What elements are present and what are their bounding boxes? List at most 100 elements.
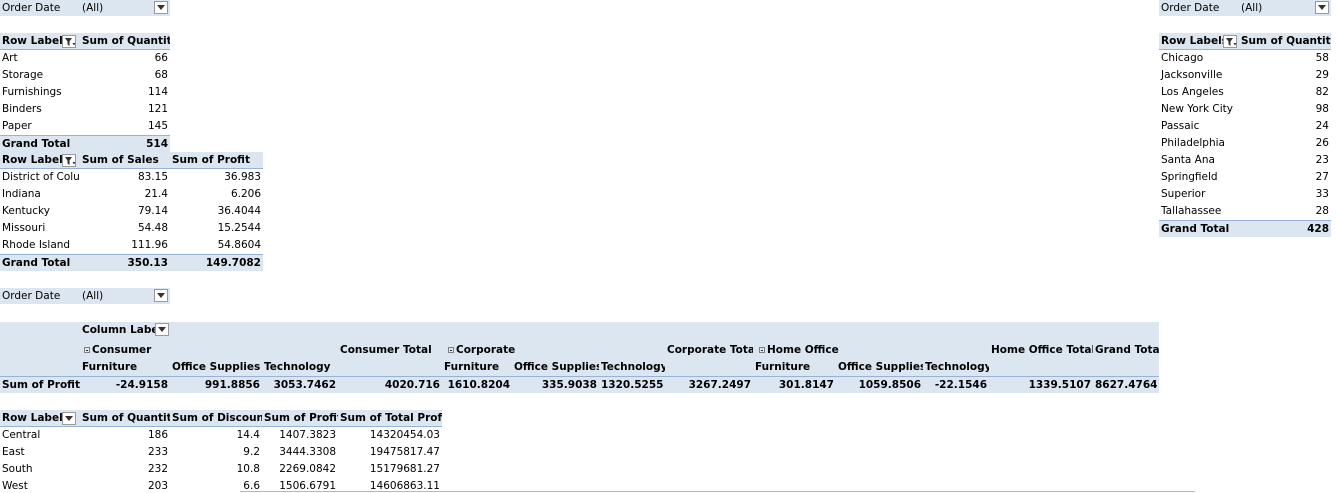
row-labels-dropdown-button[interactable] [62, 412, 76, 425]
row-value: 24 [1315, 120, 1329, 132]
selection-border [240, 491, 1195, 492]
row-profit: 2269.0842 [279, 463, 336, 475]
profit-subtotal: 3267.2497 [665, 376, 753, 393]
collapse-minus-icon[interactable] [759, 347, 765, 353]
row-label: District of Colu [2, 171, 80, 183]
profit-subtotal: 1339.5107 [989, 376, 1093, 393]
filter-value: (All) [82, 2, 104, 14]
row-label-sum-profit: Sum of Profit [0, 376, 80, 393]
segment-header-consumer[interactable]: Consumer [82, 342, 172, 359]
filter-icon [65, 157, 76, 165]
profit-value: 1320.5255 [599, 376, 665, 393]
row-label: West [2, 480, 28, 492]
row-value: 26 [1315, 137, 1329, 149]
profit-value: 1059.8506 [836, 376, 923, 393]
row-label: Kentucky [2, 205, 50, 217]
filter-value: (All) [82, 290, 104, 302]
chevron-down-icon [157, 5, 165, 10]
profit-value: 1610.8204 [442, 376, 512, 393]
row-sales: 83.15 [137, 171, 168, 183]
row-label: Storage [2, 69, 44, 81]
collapse-minus-icon[interactable] [84, 347, 90, 353]
filter-dropdown-button[interactable] [154, 289, 168, 302]
row-discount: 10.8 [236, 463, 260, 475]
row-label: Indiana [2, 188, 41, 200]
row-labels-filter-button[interactable] [62, 35, 76, 48]
row-value: 58 [1315, 52, 1329, 64]
row-profit: 36.4044 [217, 205, 261, 217]
row-discount: 9.2 [243, 446, 260, 458]
row-value: 82 [1315, 86, 1329, 98]
segment-header-home-office[interactable]: Home Office [757, 342, 847, 359]
segment-label: Home Office [767, 344, 839, 356]
filter-label: Order Date [2, 290, 61, 302]
row-profit: 54.8604 [217, 239, 261, 251]
profit-value: -22.1546 [923, 376, 989, 393]
row-sales: 79.14 [137, 205, 168, 217]
row-value: 98 [1315, 103, 1329, 115]
row-value: 114 [147, 86, 168, 98]
row-sales: 54.48 [137, 222, 168, 234]
row-value: 27 [1315, 171, 1329, 183]
profit-grand-total: 8627.4764 [1093, 376, 1159, 393]
col-header-sum-quantity: Sum of Quantity [1239, 33, 1331, 50]
col-header-sum-total-profit: Sum of Total Profit [338, 410, 442, 427]
row-labels-filter-button[interactable] [62, 154, 76, 167]
filter-dropdown-button[interactable] [154, 1, 168, 14]
category-header: Furniture [755, 361, 811, 373]
row-value: 68 [154, 69, 168, 81]
profit-value: 3053.7462 [262, 376, 338, 393]
profit-value: -24.9158 [80, 376, 170, 393]
category-header: Office Supplies [514, 361, 599, 373]
chevron-down-icon [157, 293, 165, 298]
filter-label: Order Date [1161, 2, 1220, 14]
row-labels-filter-button[interactable] [1223, 35, 1237, 48]
profit-subtotal: 4020.716 [338, 376, 442, 393]
category-header: Technology [925, 361, 989, 373]
row-profit: 1407.3823 [279, 429, 336, 441]
row-label: Los Angeles [1161, 86, 1224, 98]
row-label: Chicago [1161, 52, 1204, 64]
col-header-sum-quantity: Sum of Quantity [80, 410, 170, 427]
row-label: Binders [2, 103, 42, 115]
segment-label: Consumer [92, 344, 152, 356]
row-quantity: 233 [147, 446, 168, 458]
category-header: Office Supplies [838, 361, 923, 373]
row-profit: 36.983 [224, 171, 261, 183]
row-sales: 21.4 [144, 188, 168, 200]
row-label: Springfield [1161, 171, 1218, 183]
segment-total-header: Corporate Total [667, 344, 753, 356]
grand-total-value: 514 [80, 135, 170, 152]
row-total-profit: 15179681.27 [369, 463, 440, 475]
filter-dropdown-button[interactable] [1315, 1, 1329, 14]
profit-value: 991.8856 [170, 376, 262, 393]
grand-total-label: Grand Total [1159, 220, 1249, 237]
col-header-sum-profit: Sum of Profit [262, 410, 338, 427]
category-header: Technology [264, 361, 331, 373]
profit-value: 335.9038 [512, 376, 599, 393]
row-label: Furnishings [2, 86, 62, 98]
grand-total-sales: 350.13 [80, 254, 170, 271]
category-header: Furniture [444, 361, 500, 373]
filter-icon [1226, 38, 1237, 46]
row-value: 33 [1315, 188, 1329, 200]
row-sales: 111.96 [131, 239, 168, 251]
row-value: 23 [1315, 154, 1329, 166]
grand-total-label: Grand Total [0, 135, 80, 152]
row-label: Jacksonville [1161, 69, 1223, 81]
row-label: Missouri [2, 222, 46, 234]
profit-value: 301.8147 [753, 376, 836, 393]
collapse-minus-icon[interactable] [448, 347, 454, 353]
segment-header-corporate[interactable]: Corporate [446, 342, 536, 359]
category-header: Furniture [82, 361, 138, 373]
row-total-profit: 19475817.47 [369, 446, 440, 458]
row-label: Paper [2, 120, 32, 132]
grand-total-header: Grand Total [1095, 344, 1159, 356]
column-labels-dropdown-button[interactable] [155, 323, 169, 336]
row-total-profit: 14320454.03 [369, 429, 440, 441]
row-value: 66 [154, 52, 168, 64]
row-label: Rhode Island [2, 239, 71, 251]
grand-total-profit: 149.7082 [170, 254, 263, 271]
row-profit: 3444.3308 [279, 446, 336, 458]
row-discount: 14.4 [236, 429, 260, 441]
